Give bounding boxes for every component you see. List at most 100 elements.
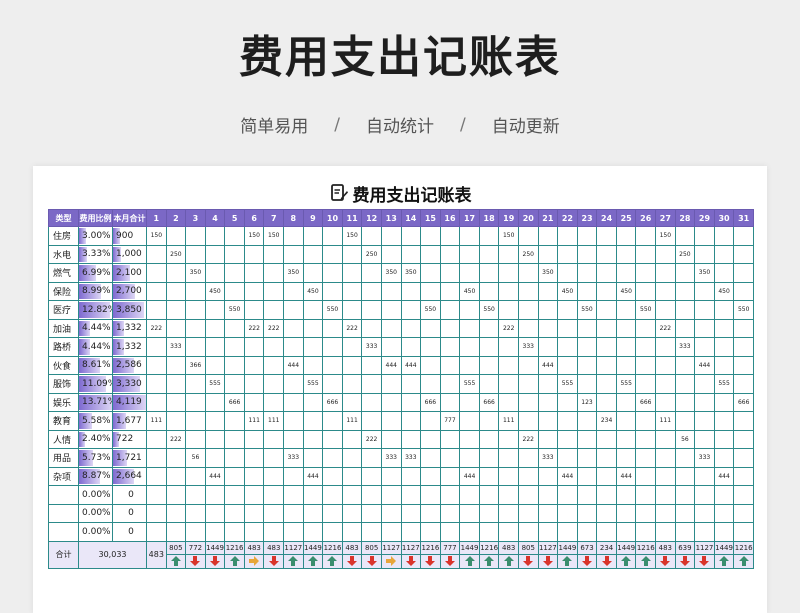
cell-day[interactable] xyxy=(615,411,637,431)
cell-day[interactable] xyxy=(224,503,245,523)
cell-day[interactable] xyxy=(596,355,617,375)
cell-day[interactable]: 666 xyxy=(733,392,754,412)
cell-day[interactable] xyxy=(694,411,715,431)
cell-day[interactable] xyxy=(733,503,754,523)
cell-day[interactable] xyxy=(420,244,441,264)
cell-day[interactable] xyxy=(243,466,265,486)
cell-day[interactable] xyxy=(185,522,206,542)
cell-day[interactable] xyxy=(694,318,715,338)
cell-pct[interactable]: 6.99% xyxy=(78,263,113,283)
cell-day[interactable] xyxy=(733,448,754,468)
cell-day[interactable] xyxy=(655,429,676,449)
cell-day[interactable] xyxy=(185,318,206,338)
cell-day[interactable] xyxy=(185,244,206,264)
cell-day[interactable] xyxy=(204,300,226,320)
cell-day[interactable] xyxy=(420,281,441,301)
cell-day[interactable]: 222 xyxy=(498,318,519,338)
cell-day[interactable]: 450 xyxy=(615,281,637,301)
cell-day[interactable] xyxy=(537,522,559,542)
cell-day[interactable] xyxy=(498,374,519,394)
cell-day[interactable] xyxy=(283,466,304,486)
cell-day[interactable] xyxy=(439,263,461,283)
cell-day[interactable] xyxy=(694,522,715,542)
cell-day[interactable] xyxy=(635,448,657,468)
cell-day[interactable]: 222 xyxy=(517,429,539,449)
cell-day[interactable] xyxy=(517,263,539,283)
cell-pct[interactable]: 8.99% xyxy=(78,281,113,301)
cell-day[interactable] xyxy=(361,300,382,320)
cell-day[interactable] xyxy=(498,300,519,320)
cell-type[interactable]: 路桥 xyxy=(48,337,79,357)
cell-day[interactable]: 555 xyxy=(459,374,480,394)
cell-day[interactable] xyxy=(341,392,363,412)
cell-day[interactable] xyxy=(322,522,343,542)
cell-day[interactable] xyxy=(596,226,617,246)
cell-day[interactable] xyxy=(283,503,304,523)
cell-day[interactable] xyxy=(204,355,226,375)
cell-day[interactable]: 333 xyxy=(674,337,696,357)
cell-day[interactable] xyxy=(537,318,559,338)
cell-day[interactable]: 250 xyxy=(517,244,539,264)
cell-day[interactable] xyxy=(439,485,461,505)
cell-pct[interactable]: 2.40% xyxy=(78,429,113,449)
cell-day[interactable] xyxy=(165,374,187,394)
cell-day[interactable]: 150 xyxy=(263,226,285,246)
cell-day[interactable] xyxy=(420,429,441,449)
cell-day[interactable] xyxy=(557,263,578,283)
cell-day[interactable] xyxy=(283,318,304,338)
cell-day[interactable] xyxy=(146,355,167,375)
cell-day[interactable] xyxy=(674,522,696,542)
cell-day[interactable]: 450 xyxy=(302,281,324,301)
cell-day[interactable] xyxy=(655,485,676,505)
cell-day[interactable] xyxy=(596,503,617,523)
cell-day[interactable] xyxy=(322,429,343,449)
cell-day[interactable] xyxy=(576,244,598,264)
cell-day[interactable] xyxy=(615,485,637,505)
cell-day[interactable] xyxy=(713,318,735,338)
cell-day[interactable] xyxy=(478,429,500,449)
cell-day[interactable] xyxy=(557,448,578,468)
cell-day[interactable] xyxy=(341,355,363,375)
cell-type[interactable]: 医疗 xyxy=(48,300,79,320)
cell-day[interactable] xyxy=(557,300,578,320)
cell-day[interactable]: 111 xyxy=(263,411,285,431)
cell-day[interactable]: 550 xyxy=(224,300,245,320)
cell-day[interactable] xyxy=(165,226,187,246)
cell-day[interactable] xyxy=(185,392,206,412)
cell-day[interactable] xyxy=(674,503,696,523)
cell-day[interactable]: 450 xyxy=(557,281,578,301)
cell-day[interactable] xyxy=(263,429,285,449)
cell-day[interactable] xyxy=(478,226,500,246)
cell-day[interactable] xyxy=(380,522,402,542)
cell-total[interactable]: 3,330 xyxy=(112,374,147,394)
cell-day[interactable] xyxy=(400,466,422,486)
cell-pct[interactable]: 0.00% xyxy=(78,503,113,523)
cell-day[interactable] xyxy=(302,503,324,523)
cell-day[interactable] xyxy=(733,411,754,431)
cell-day[interactable] xyxy=(380,281,402,301)
cell-day[interactable] xyxy=(576,281,598,301)
cell-day[interactable] xyxy=(459,522,480,542)
cell-day[interactable] xyxy=(459,300,480,320)
cell-total[interactable]: 2,586 xyxy=(112,355,147,375)
cell-day[interactable] xyxy=(459,355,480,375)
cell-day[interactable] xyxy=(596,485,617,505)
cell-day[interactable] xyxy=(713,300,735,320)
cell-day[interactable] xyxy=(185,337,206,357)
cell-day[interactable] xyxy=(537,466,559,486)
cell-day[interactable] xyxy=(243,485,265,505)
cell-day[interactable]: 666 xyxy=(322,392,343,412)
cell-day[interactable]: 444 xyxy=(400,355,422,375)
cell-pct[interactable]: 3.00% xyxy=(78,226,113,246)
cell-day[interactable] xyxy=(146,281,167,301)
cell-day[interactable] xyxy=(733,244,754,264)
cell-day[interactable] xyxy=(674,226,696,246)
cell-day[interactable] xyxy=(733,374,754,394)
cell-day[interactable] xyxy=(459,392,480,412)
cell-day[interactable] xyxy=(243,337,265,357)
cell-day[interactable] xyxy=(283,522,304,542)
cell-day[interactable] xyxy=(302,485,324,505)
cell-day[interactable] xyxy=(694,300,715,320)
cell-day[interactable] xyxy=(439,522,461,542)
cell-day[interactable] xyxy=(576,355,598,375)
